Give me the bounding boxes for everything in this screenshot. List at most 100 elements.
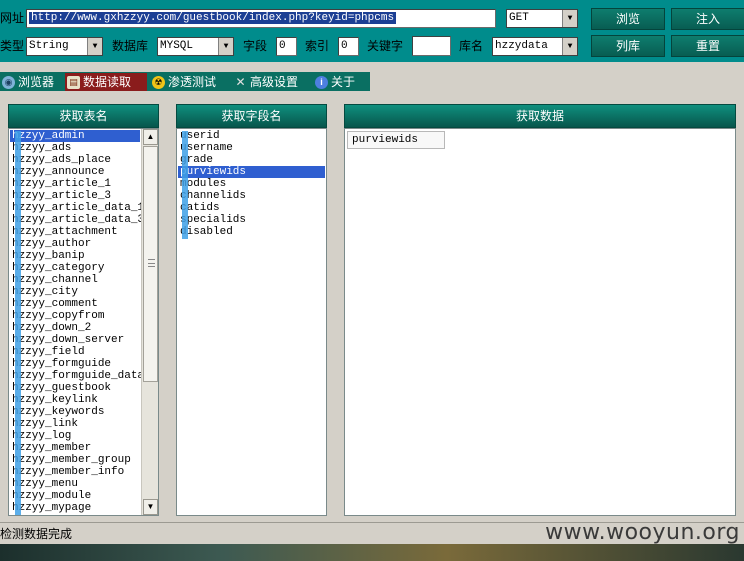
field-list-item[interactable]: disabled bbox=[178, 226, 325, 238]
selection-streak bbox=[15, 131, 21, 515]
data-column-header[interactable]: purviewids bbox=[347, 131, 445, 149]
tab-about[interactable]: i 关于 bbox=[313, 73, 365, 91]
dbname-label: 库名 bbox=[459, 39, 484, 53]
method-select[interactable]: GET ▼ bbox=[506, 9, 578, 28]
tab-label: 渗透测试 bbox=[168, 75, 217, 89]
table-list-item[interactable]: hzzyy_member_info bbox=[10, 466, 140, 478]
chevron-down-icon[interactable]: ▼ bbox=[87, 38, 102, 55]
table-list-item[interactable]: hzzyy_article_3 bbox=[10, 190, 140, 202]
table-list-item[interactable]: hzzyy_keywords bbox=[10, 406, 140, 418]
table-list-item[interactable]: hzzyy_mypage bbox=[10, 502, 140, 514]
database-value: MYSQL bbox=[160, 40, 194, 52]
tab-penetration-test[interactable]: ☢ 渗透测试 bbox=[150, 73, 226, 91]
tab-strip: ◉ 浏览器 ▤ 数据读取 ☢ 渗透测试 ✕ 高级设置 i 关于 bbox=[0, 72, 370, 91]
table-list-item[interactable]: hzzyy_attachment bbox=[10, 226, 140, 238]
field-list-item[interactable]: channelids bbox=[178, 190, 325, 202]
desktop-background bbox=[0, 544, 744, 561]
fields-panel: userid username grade purviewids modules chan… bbox=[176, 128, 327, 516]
field-list-item[interactable]: specialids bbox=[178, 214, 325, 226]
status-text: 检测数据完成 bbox=[0, 527, 73, 541]
url-input[interactable]: http://www.gxhzzyy.com/guestbook/index.p… bbox=[26, 9, 496, 28]
tab-bar: ◉ 浏览器 ▤ 数据读取 ☢ 渗透测试 ✕ 高级设置 i 关于 bbox=[0, 72, 744, 92]
table-list-item[interactable]: hzzyy_ads bbox=[10, 142, 140, 154]
field-list-item[interactable]: userid bbox=[178, 130, 325, 142]
data-panel: purviewids bbox=[344, 128, 736, 516]
field-list-item[interactable]: username bbox=[178, 142, 325, 154]
field-list-item[interactable]: purviewids bbox=[178, 166, 325, 178]
chevron-down-icon[interactable]: ▼ bbox=[562, 38, 577, 55]
table-list-item[interactable]: hzzyy_admin bbox=[10, 130, 140, 142]
url-value: http://www.gxhzzyy.com/guestbook/index.p… bbox=[29, 12, 397, 24]
table-list-item[interactable]: hzzyy_ads_place bbox=[10, 154, 140, 166]
field-list-item[interactable]: grade bbox=[178, 154, 325, 166]
table-list-item[interactable]: hzzyy_category bbox=[10, 262, 140, 274]
info-icon: i bbox=[315, 76, 328, 89]
globe-icon: ◉ bbox=[2, 76, 15, 89]
database-icon: ▤ bbox=[67, 76, 80, 89]
tables-panel: hzzyy_admin hzzyy_ads hzzyy_ads_place hzzyy… bbox=[8, 128, 159, 516]
table-list-item[interactable]: hzzyy_copyfrom bbox=[10, 310, 140, 322]
tab-data-read[interactable]: ▤ 数据读取 bbox=[65, 73, 147, 91]
table-list-item[interactable]: hzzyy_city bbox=[10, 286, 140, 298]
tools-icon: ✕ bbox=[235, 75, 246, 89]
type-value: String bbox=[29, 40, 69, 52]
keyword-label: 关键字 bbox=[367, 39, 404, 53]
table-list-item[interactable]: hzzyy_author bbox=[10, 238, 140, 250]
fields-panel-header: 获取字段名 bbox=[176, 104, 327, 128]
table-list-item[interactable]: hzzyy_link bbox=[10, 418, 140, 430]
field-count-input[interactable]: 0 bbox=[276, 37, 297, 56]
chevron-down-icon[interactable]: ▼ bbox=[218, 38, 233, 55]
tab-label: 高级设置 bbox=[250, 75, 299, 89]
table-list-item[interactable]: hzzyy_field bbox=[10, 346, 140, 358]
table-list-item[interactable]: hzzyy_menu bbox=[10, 478, 140, 490]
tables-list[interactable]: hzzyy_admin hzzyy_ads hzzyy_ads_place hzzyy… bbox=[10, 130, 144, 514]
field-list-item[interactable]: catids bbox=[178, 202, 325, 214]
scroll-up-icon[interactable]: ▲ bbox=[143, 129, 158, 145]
type-label: 类型 bbox=[0, 39, 25, 53]
table-list-item[interactable]: hzzyy_formguide bbox=[10, 358, 140, 370]
dbname-value: hzzydata bbox=[495, 40, 548, 52]
tab-label: 数据读取 bbox=[83, 75, 132, 89]
table-list-item[interactable]: hzzyy_module bbox=[10, 490, 140, 502]
chevron-down-icon[interactable]: ▼ bbox=[562, 10, 577, 27]
index-input[interactable]: 0 bbox=[338, 37, 359, 56]
index-label: 索引 bbox=[305, 39, 330, 53]
browse-button[interactable]: 浏览 bbox=[591, 8, 665, 30]
keyword-input[interactable] bbox=[412, 36, 451, 56]
dbname-select[interactable]: hzzydata ▼ bbox=[492, 37, 578, 56]
data-panel-header: 获取数据 bbox=[344, 104, 736, 128]
url-label: 网址 bbox=[0, 11, 25, 25]
control-panel: 网址 http://www.gxhzzyy.com/guestbook/inde… bbox=[0, 0, 744, 62]
scroll-thumb[interactable] bbox=[143, 146, 158, 382]
tables-scrollbar[interactable]: ▲ ▼ bbox=[141, 129, 158, 515]
table-list-item[interactable]: hzzyy_article_1 bbox=[10, 178, 140, 190]
table-list-item[interactable]: hzzyy_banip bbox=[10, 250, 140, 262]
selection-streak bbox=[182, 131, 188, 239]
table-list-item[interactable]: hzzyy_member_group bbox=[10, 454, 140, 466]
reset-button[interactable]: 重置 bbox=[671, 35, 744, 57]
table-list-item[interactable]: hzzyy_keylink bbox=[10, 394, 140, 406]
table-list-item[interactable]: hzzyy_formguide_data bbox=[10, 370, 144, 382]
watermark: www.wooyun.org bbox=[545, 520, 740, 545]
table-list-item[interactable]: hzzyy_down_2 bbox=[10, 322, 140, 334]
table-list-item[interactable]: hzzyy_log bbox=[10, 430, 140, 442]
table-list-item[interactable]: hzzyy_down_server bbox=[10, 334, 140, 346]
table-list-item[interactable]: hzzyy_member bbox=[10, 442, 140, 454]
tab-browser[interactable]: ◉ 浏览器 bbox=[0, 73, 62, 91]
tab-advanced-settings[interactable]: ✕ 高级设置 bbox=[232, 73, 308, 91]
tab-label: 关于 bbox=[331, 75, 356, 89]
database-select[interactable]: MYSQL ▼ bbox=[157, 37, 234, 56]
table-list-item[interactable]: hzzyy_announce bbox=[10, 166, 140, 178]
field-label: 字段 bbox=[243, 39, 268, 53]
type-select[interactable]: String ▼ bbox=[26, 37, 103, 56]
table-list-item[interactable]: hzzyy_article_data_3 bbox=[10, 214, 144, 226]
scroll-down-icon[interactable]: ▼ bbox=[143, 499, 158, 515]
table-list-item[interactable]: hzzyy_article_data_1 bbox=[10, 202, 144, 214]
list-database-button[interactable]: 列库 bbox=[591, 35, 665, 57]
table-list-item[interactable]: hzzyy_comment bbox=[10, 298, 140, 310]
field-list-item[interactable]: modules bbox=[178, 178, 325, 190]
table-list-item[interactable]: hzzyy_guestbook bbox=[10, 382, 140, 394]
table-list-item[interactable]: hzzyy_channel bbox=[10, 274, 140, 286]
fields-list[interactable]: userid username grade purviewids modules chan… bbox=[178, 130, 326, 238]
inject-button[interactable]: 注入 bbox=[671, 8, 744, 30]
